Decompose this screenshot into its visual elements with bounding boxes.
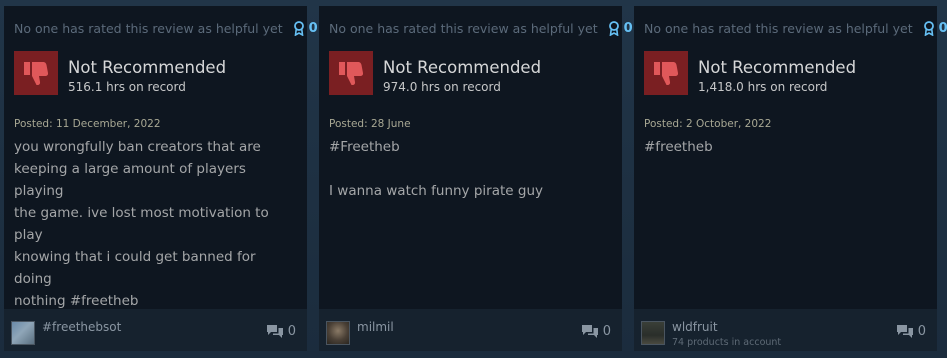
comment-count: 0 [287, 324, 296, 339]
avatar[interactable] [641, 321, 665, 345]
recommendation-title[interactable]: Not Recommended [698, 58, 856, 77]
review-card[interactable]: No one has rated this review as helpful … [4, 6, 318, 351]
review-body: No one has rated this review as helpful … [319, 6, 633, 309]
recommendation-title[interactable]: Not Recommended [68, 58, 226, 77]
review-text: #freetheb [644, 139, 713, 155]
helpful-text: No one has rated this review as helpful … [14, 20, 283, 36]
comment-count: 0 [602, 324, 611, 339]
award-count: 0 [623, 20, 633, 36]
comment-icon [896, 325, 913, 338]
review-card[interactable]: No one has rated this review as helpful … [634, 6, 947, 351]
recommendation-title[interactable]: Not Recommended [383, 58, 541, 77]
helpful-row: No one has rated this review as helpful … [14, 20, 318, 36]
award-button[interactable]: 0 [923, 21, 947, 36]
hours-on-record: 516.1 hrs on record [68, 80, 186, 94]
review-text: you wrongfully ban creators that are kee… [14, 139, 269, 309]
comment-icon [266, 325, 283, 338]
comments-button[interactable]: 0 [266, 324, 296, 339]
helpful-row: No one has rated this review as helpful … [644, 20, 947, 36]
username[interactable]: #freethebsot [42, 320, 121, 334]
review-body: No one has rated this review as helpful … [4, 6, 318, 309]
posted-date: Posted: 11 December, 2022 [14, 118, 161, 130]
review-footer: #freethebsot 0 [4, 309, 307, 351]
review-body: No one has rated this review as helpful … [634, 6, 947, 309]
review-footer: wldfruit 74 products in account 0 [634, 309, 937, 351]
hours-on-record: 974.0 hrs on record [383, 80, 501, 94]
comment-icon [581, 325, 598, 338]
comments-button[interactable]: 0 [581, 324, 611, 339]
avatar[interactable] [11, 321, 35, 345]
thumbs-down-icon [14, 51, 58, 95]
comment-count: 0 [917, 324, 926, 339]
review-footer: milmil 0 [319, 309, 622, 351]
review-card[interactable]: No one has rated this review as helpful … [319, 6, 633, 351]
award-icon [923, 20, 934, 36]
username[interactable]: milmil [357, 320, 394, 334]
award-button[interactable]: 0 [608, 21, 633, 36]
helpful-row: No one has rated this review as helpful … [329, 20, 633, 36]
award-icon [293, 20, 304, 36]
posted-date: Posted: 28 June [329, 118, 411, 130]
comments-button[interactable]: 0 [896, 324, 926, 339]
username[interactable]: wldfruit [672, 320, 718, 334]
posted-date: Posted: 2 October, 2022 [644, 118, 772, 130]
review-text: #Freetheb I wanna watch funny pirate guy [329, 139, 543, 199]
helpful-text: No one has rated this review as helpful … [644, 20, 913, 36]
award-count: 0 [938, 20, 947, 36]
hours-on-record: 1,418.0 hrs on record [698, 80, 828, 94]
thumbs-down-icon [329, 51, 373, 95]
award-count: 0 [308, 20, 318, 36]
award-button[interactable]: 0 [293, 21, 318, 36]
avatar[interactable] [326, 321, 350, 345]
helpful-text: No one has rated this review as helpful … [329, 20, 598, 36]
thumbs-down-icon [644, 51, 688, 95]
award-icon [608, 20, 619, 36]
products-count: 74 products in account [672, 337, 782, 348]
